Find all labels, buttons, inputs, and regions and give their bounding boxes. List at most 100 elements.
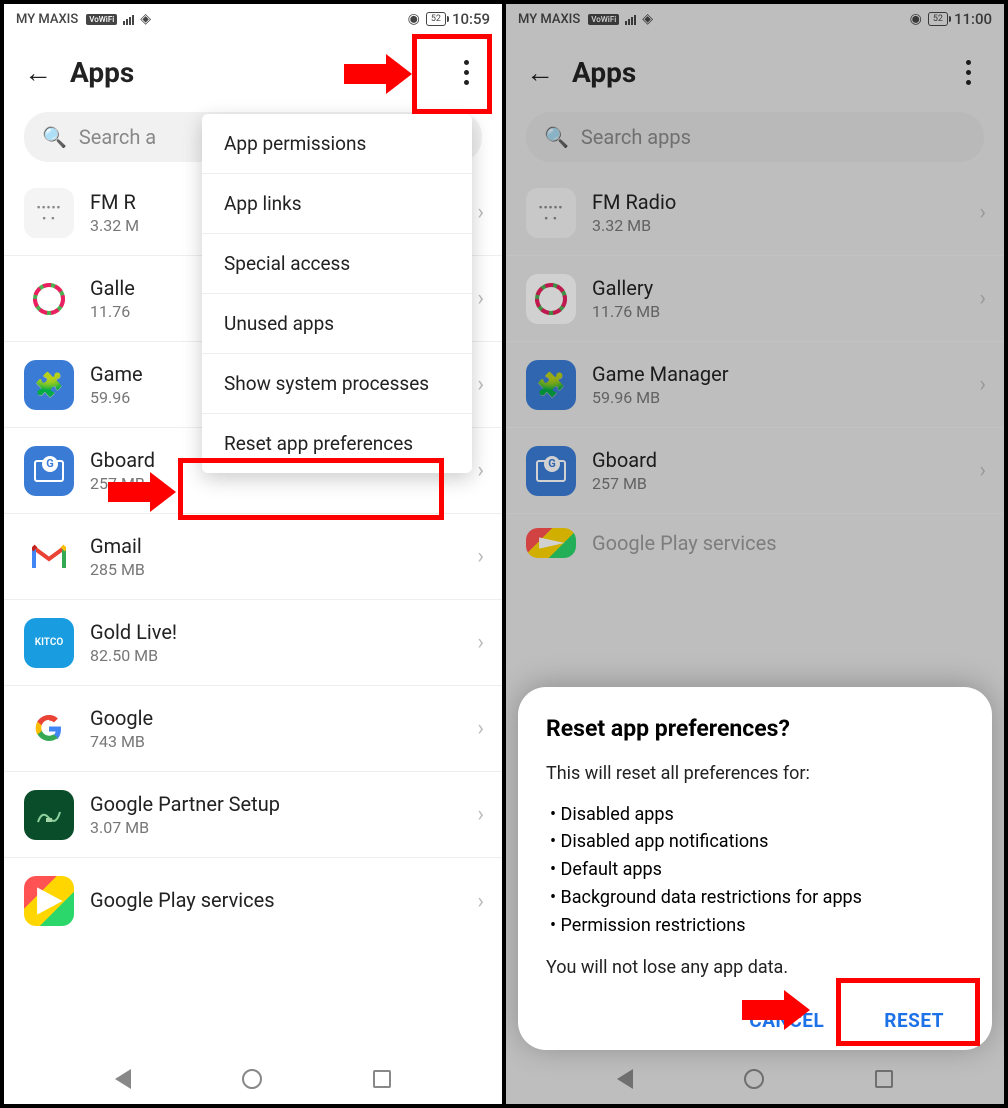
dialog-intro: This will reset all preferences for: — [546, 760, 964, 787]
clock-label: 11:00 — [954, 10, 992, 28]
signal-icon — [123, 13, 134, 25]
status-bar: MY MAXIS VoWiFi ◈ ◉ 52 10:59 — [4, 4, 502, 32]
app-size: 3.32 MB — [592, 216, 963, 235]
back-button[interactable]: ← — [526, 56, 554, 89]
app-icon-playservices — [526, 528, 576, 558]
app-row-gamemanager[interactable]: 🧩 Game Manager 59.96 MB › — [506, 342, 1004, 428]
menu-app-links[interactable]: App links — [202, 174, 472, 234]
menu-unused-apps[interactable]: Unused apps — [202, 294, 472, 354]
app-row-peek[interactable]: Google Play services — [506, 514, 1004, 558]
status-bar: MY MAXIS VoWiFi ◈ ◉ 52 11:00 — [506, 4, 1004, 32]
nav-back-button[interactable] — [617, 1069, 633, 1089]
app-icon-gamemanager: 🧩 — [526, 360, 576, 410]
app-size: 257 MB — [592, 474, 963, 493]
app-size: 743 MB — [90, 732, 461, 751]
app-size: 285 MB — [90, 560, 461, 579]
vowifi-badge: VoWiFi — [588, 14, 619, 25]
carrier-label: MY MAXIS — [518, 12, 580, 27]
dialog-title: Reset app preferences? — [546, 715, 964, 742]
back-button[interactable]: ← — [24, 56, 52, 89]
eye-icon: ◉ — [408, 11, 420, 27]
more-menu-button[interactable] — [952, 52, 984, 92]
app-name: FM Radio — [592, 190, 963, 214]
app-name: Google Play services — [90, 888, 461, 912]
search-placeholder: Search a — [79, 125, 156, 149]
app-icon-gamemanager: 🧩 — [24, 360, 74, 410]
more-menu-button[interactable] — [450, 52, 482, 92]
app-name: Google Partner Setup — [90, 792, 461, 816]
app-icon-goldlive: KITCO — [24, 618, 74, 668]
chevron-right-icon: › — [477, 286, 494, 311]
dialog-bullet: Default apps — [550, 856, 964, 884]
app-icon-fmradio: •••••• • — [24, 188, 74, 238]
app-row-google[interactable]: Google 743 MB › — [4, 686, 502, 772]
app-icon-google — [24, 704, 74, 754]
menu-special-access[interactable]: Special access — [202, 234, 472, 294]
dialog-bullet-list: Disabled apps Disabled app notifications… — [546, 801, 964, 940]
chevron-right-icon: › — [477, 716, 494, 741]
app-row-gboard[interactable]: G Gboard 257 MB › — [506, 428, 1004, 514]
app-size: 59.96 MB — [592, 388, 963, 407]
app-size: 82.50 MB — [90, 646, 461, 665]
chevron-right-icon: › — [477, 802, 494, 827]
dialog-bullet: Disabled app notifications — [550, 828, 964, 856]
chevron-right-icon: › — [979, 286, 996, 311]
app-row-goldlive[interactable]: KITCO Gold Live! 82.50 MB › — [4, 600, 502, 686]
chevron-right-icon: › — [477, 458, 494, 483]
battery-icon: 52 — [928, 12, 948, 26]
cancel-button[interactable]: CANCEL — [749, 1009, 824, 1032]
app-icon-gboard: G — [24, 446, 74, 496]
nav-recent-button[interactable] — [875, 1070, 893, 1088]
menu-reset-prefs[interactable]: Reset app preferences — [202, 414, 472, 473]
nav-home-button[interactable] — [744, 1069, 764, 1089]
clock-label: 10:59 — [452, 10, 490, 28]
dialog-bullet: Background data restrictions for apps — [550, 884, 964, 912]
chevron-right-icon: › — [979, 372, 996, 397]
wifi-icon: ◈ — [140, 11, 151, 27]
app-name: Gboard — [592, 448, 963, 472]
app-row-gallery[interactable]: Gallery 11.76 MB › — [506, 256, 1004, 342]
search-icon: 🔍 — [42, 125, 67, 149]
app-icon-gallery — [24, 274, 74, 324]
reset-dialog: Reset app preferences? This will reset a… — [518, 687, 992, 1050]
app-row-partnersetup[interactable]: Google Partner Setup 3.07 MB › — [4, 772, 502, 858]
app-row-fmradio[interactable]: •••••• • FM Radio 3.32 MB › — [506, 170, 1004, 256]
menu-show-system[interactable]: Show system processes — [202, 354, 472, 414]
wifi-icon: ◈ — [642, 11, 653, 27]
battery-icon: 52 — [426, 12, 446, 26]
reset-button[interactable]: RESET — [884, 1009, 944, 1032]
navigation-bar — [506, 1054, 1004, 1104]
dialog-bullet: Disabled apps — [550, 801, 964, 829]
page-title: Apps — [70, 56, 432, 89]
overflow-menu: App permissions App links Special access… — [202, 114, 472, 473]
app-size: 3.07 MB — [90, 818, 461, 837]
chevron-right-icon: › — [477, 630, 494, 655]
chevron-right-icon: › — [979, 458, 996, 483]
menu-app-permissions[interactable]: App permissions — [202, 114, 472, 174]
app-size: 257 MB — [90, 474, 461, 493]
chevron-right-icon: › — [477, 200, 494, 225]
app-row-gmail[interactable]: Gmail 285 MB › — [4, 514, 502, 600]
app-row-playservices[interactable]: Google Play services › — [4, 858, 502, 944]
nav-home-button[interactable] — [242, 1069, 262, 1089]
chevron-right-icon: › — [979, 200, 996, 225]
chevron-right-icon: › — [477, 372, 494, 397]
dialog-outro: You will not lose any app data. — [546, 954, 964, 981]
app-name: Gold Live! — [90, 620, 461, 644]
signal-icon — [625, 13, 636, 25]
search-input[interactable]: 🔍 Search apps — [526, 112, 984, 162]
page-title: Apps — [572, 56, 934, 89]
screenshot-left: MY MAXIS VoWiFi ◈ ◉ 52 10:59 ← Apps 🔍 Se — [4, 4, 502, 1104]
app-name: Game Manager — [592, 362, 963, 386]
app-name: Google Play services — [592, 531, 996, 555]
nav-back-button[interactable] — [115, 1069, 131, 1089]
nav-recent-button[interactable] — [373, 1070, 391, 1088]
app-icon-gboard: G — [526, 446, 576, 496]
app-icon-fmradio: •••••• • — [526, 188, 576, 238]
navigation-bar — [4, 1054, 502, 1104]
chevron-right-icon: › — [477, 889, 494, 914]
app-name: Gmail — [90, 534, 461, 558]
eye-icon: ◉ — [910, 11, 922, 27]
app-name: Google — [90, 706, 461, 730]
screenshot-right: MY MAXIS VoWiFi ◈ ◉ 52 11:00 ← Apps 🔍 Se — [506, 4, 1004, 1104]
